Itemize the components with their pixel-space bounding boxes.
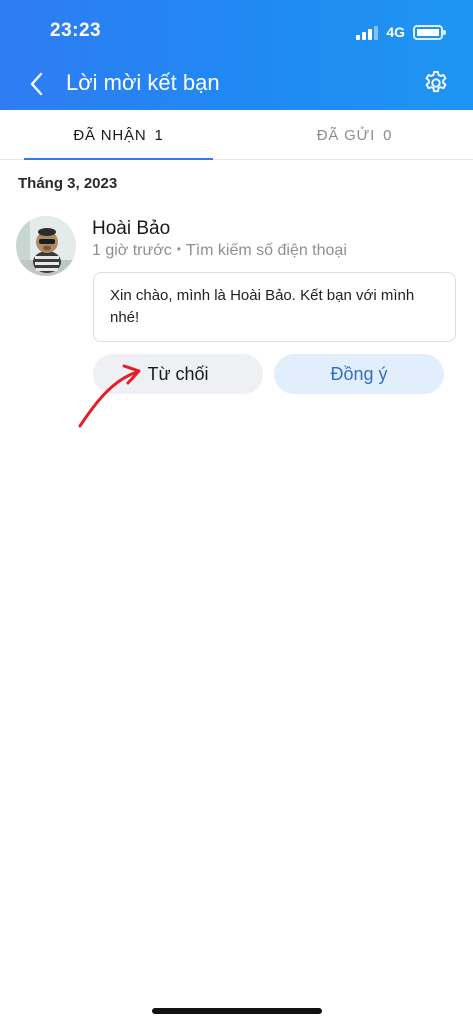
friend-requests-screen: 23:23 4G Lời mời kết bạn ĐÃ NHẬN 1 ĐÃ GỬ… [0,0,473,1024]
gear-icon [425,70,447,93]
request-message: Xin chào, mình là Hoài Bảo. Kết bạn với … [93,272,456,342]
request-meta: 1 giờ trước • Tìm kiếm số điện thoại [92,242,347,260]
network-label: 4G [386,24,405,40]
chevron-left-icon [30,72,43,96]
meta-separator: • [176,242,181,256]
home-indicator [152,1008,322,1014]
active-tab-indicator [24,158,213,160]
status-time: 23:23 [50,20,102,41]
tab-bar: ĐÃ NHẬN 1 ĐÃ GỬI 0 [0,110,473,160]
tab-received-count: 1 [154,126,164,144]
request-source: Tìm kiếm số điện thoại [185,242,347,259]
avatar[interactable] [16,216,76,276]
page-title: Lời mời kết bạn [66,70,220,95]
request-time: 1 giờ trước [92,242,172,259]
signal-icon [356,24,379,40]
tab-sent-label: ĐÃ GỬI [316,126,376,144]
accept-button[interactable]: Đồng ý [274,354,444,394]
settings-button[interactable] [419,66,453,100]
tab-sent-count: 0 [383,126,393,144]
battery-icon [413,24,446,40]
sender-name[interactable]: Hoài Bảo [92,218,170,240]
tab-received[interactable]: ĐÃ NHẬN 1 [24,110,213,160]
status-indicators: 4G [356,22,446,42]
tab-received-label: ĐÃ NHẬN [73,126,147,144]
decline-button[interactable]: Từ chối [93,354,263,394]
section-date: Tháng 3, 2023 [18,175,118,192]
back-button[interactable] [20,66,52,102]
tab-sent[interactable]: ĐÃ GỬI 0 [260,110,449,160]
avatar-image [16,216,76,276]
header: 23:23 4G Lời mời kết bạn [0,0,473,110]
